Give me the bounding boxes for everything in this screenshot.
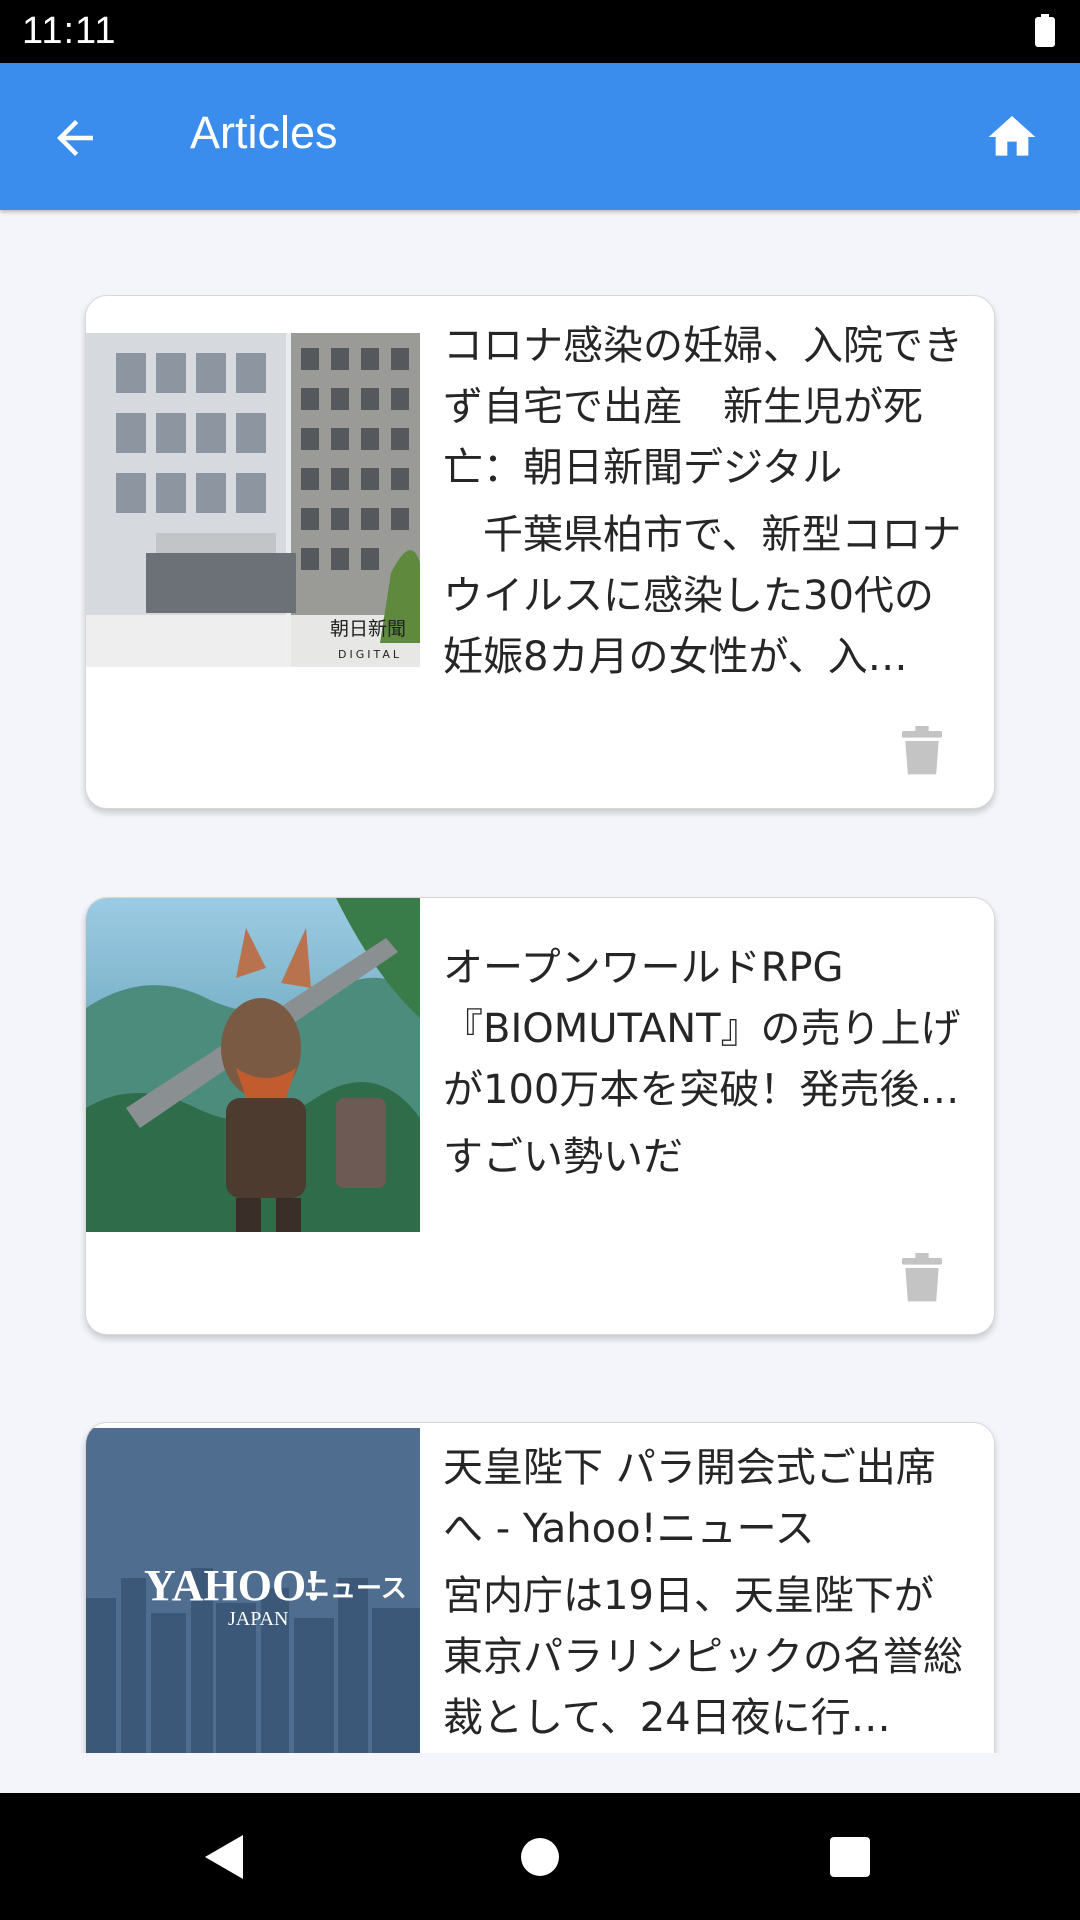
yahoo-logo-japan: JAPAN <box>228 1608 289 1630</box>
article-text: オープンワールドRPG『BIOMUTANT』の売り上げが100万本を突破！発売後… <box>443 938 973 1188</box>
trash-icon[interactable] <box>902 726 942 776</box>
article-text: 天皇陛下 パラ開会式ご出席へ - Yahoo!ニュース 宮内庁は19日、天皇陛下… <box>443 1438 973 1749</box>
yahoo-logo-sub: ニュース <box>304 1574 407 1604</box>
article-title: オープンワールドRPG『BIOMUTANT』の売り上げが100万本を突破！発売後… <box>443 945 961 1113</box>
app-bar: Articles <box>0 63 1080 210</box>
nav-recents-icon[interactable] <box>830 1837 870 1877</box>
article-card[interactable]: オープンワールドRPG『BIOMUTANT』の売り上げが100万本を突破！発売後… <box>85 897 995 1335</box>
article-thumbnail: 朝日新聞 DIGITAL <box>86 333 420 667</box>
article-text: コロナ感染の妊婦、入院できず自宅で出産 新生児が死亡：朝日新聞デジタル 千葉県柏… <box>443 316 973 688</box>
article-thumbnail <box>86 898 420 1232</box>
article-card[interactable]: YAHOO! ニュース JAPAN 天皇陛下 パラ開会式ご出席へ - Yahoo… <box>85 1422 995 1753</box>
article-summary: 千葉県柏市で、新型コロナウイルスに感染した30代の妊娠8カ月の女性が、入… <box>443 512 962 680</box>
status-time: 11:11 <box>22 10 117 52</box>
game-art-image <box>86 898 420 1232</box>
thumb-caption: 朝日新聞 <box>329 618 406 640</box>
trash-icon[interactable] <box>902 1253 942 1303</box>
article-title: コロナ感染の妊婦、入院できず自宅で出産 新生児が死亡：朝日新聞デジタル <box>443 323 963 491</box>
article-thumbnail: YAHOO! ニュース JAPAN <box>86 1428 420 1753</box>
arrow-back-icon[interactable] <box>48 111 102 165</box>
yahoo-logo: YAHOO! <box>144 1561 321 1610</box>
page-title: Articles <box>190 107 338 158</box>
article-title: 天皇陛下 パラ開会式ご出席へ - Yahoo!ニュース <box>443 1445 936 1552</box>
article-summary: すごい勢いだ <box>443 1134 683 1180</box>
nav-back-icon[interactable] <box>205 1835 245 1879</box>
article-list: 朝日新聞 DIGITAL コロナ感染の妊婦、入院できず自宅で出産 新生児が死亡：… <box>0 210 1080 1753</box>
home-icon[interactable] <box>984 109 1040 165</box>
status-bar: 11:11 <box>0 0 1080 63</box>
navigation-bar <box>0 1793 1080 1920</box>
thumb-caption-sub: DIGITAL <box>337 648 402 661</box>
article-summary: 宮内庁は19日、天皇陛下が東京パラリンピックの名誉総裁として、24日夜に行… <box>443 1573 963 1741</box>
battery-icon <box>1035 14 1055 47</box>
article-card[interactable]: 朝日新聞 DIGITAL コロナ感染の妊婦、入院できず自宅で出産 新生児が死亡：… <box>85 295 995 809</box>
nav-home-icon[interactable] <box>520 1837 560 1877</box>
